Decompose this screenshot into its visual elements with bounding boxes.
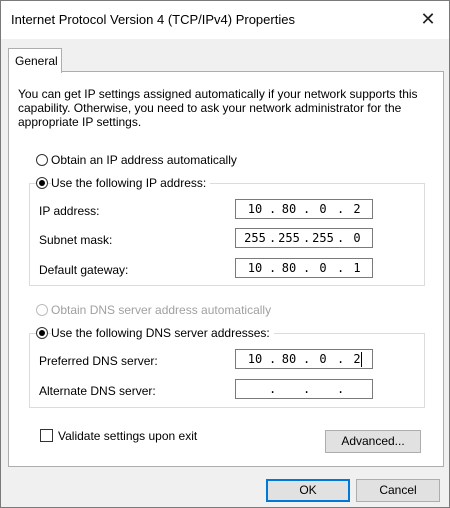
- subnet-mask-label: Subnet mask:: [39, 233, 113, 247]
- octet: 2: [353, 202, 361, 216]
- octet-separator: .: [269, 261, 277, 275]
- octet: 255: [312, 231, 334, 245]
- obtain-ip-auto-radio[interactable]: [36, 154, 48, 166]
- octet-separator: .: [337, 352, 345, 366]
- octet-separator: .: [303, 352, 311, 366]
- window-title: Internet Protocol Version 4 (TCP/IPv4) P…: [11, 12, 295, 27]
- preferred-dns-label: Preferred DNS server:: [39, 354, 158, 368]
- octet: 0: [319, 202, 327, 216]
- octet-separator: .: [337, 382, 345, 396]
- ip-address-field[interactable]: 10 . 80 . 0 . 2: [235, 199, 373, 219]
- default-gateway-field[interactable]: 10 . 80 . 0 . 1: [235, 258, 373, 278]
- octet: 80: [281, 261, 297, 275]
- octet: 10: [247, 202, 263, 216]
- validate-settings-label: Validate settings upon exit: [58, 429, 198, 443]
- cancel-button[interactable]: Cancel: [356, 479, 440, 502]
- title-bar: Internet Protocol Version 4 (TCP/IPv4) P…: [1, 1, 449, 39]
- description-text: You can get IP settings assigned automat…: [18, 87, 418, 129]
- octet: 10: [247, 261, 263, 275]
- properties-dialog: Internet Protocol Version 4 (TCP/IPv4) P…: [0, 0, 450, 508]
- advanced-button[interactable]: Advanced...: [325, 430, 421, 453]
- octet-separator: .: [269, 231, 277, 245]
- validate-settings-checkbox[interactable]: [40, 429, 53, 442]
- octet: 0: [353, 231, 361, 245]
- octet-separator: .: [337, 202, 345, 216]
- use-following-dns-radio[interactable]: [36, 327, 48, 339]
- octet-separator: .: [269, 382, 277, 396]
- default-gateway-label: Default gateway:: [39, 263, 129, 277]
- obtain-dns-auto-radio[interactable]: [36, 304, 48, 316]
- preferred-dns-field[interactable]: 10 . 80 . 0 . 2: [235, 349, 373, 369]
- use-following-dns-label: Use the following DNS server addresses:: [51, 326, 274, 340]
- subnet-mask-field[interactable]: 255 . 255 . 255 . 0: [235, 228, 373, 248]
- octet-separator: .: [303, 202, 311, 216]
- tab-general[interactable]: General: [8, 48, 62, 73]
- octet: 0: [319, 352, 327, 366]
- octet: 10: [247, 352, 263, 366]
- octet-separator: .: [337, 261, 345, 275]
- tab-general-label: General: [15, 54, 58, 68]
- octet: 255: [278, 231, 300, 245]
- octet: 80: [281, 352, 297, 366]
- octet: 2: [353, 352, 361, 366]
- use-following-ip-radio[interactable]: [36, 177, 48, 189]
- obtain-ip-auto-label: Obtain an IP address automatically: [51, 153, 237, 167]
- alternate-dns-label: Alternate DNS server:: [39, 384, 156, 398]
- octet-separator: .: [269, 352, 277, 366]
- octet: 255: [244, 231, 266, 245]
- text-caret: [361, 352, 362, 367]
- obtain-dns-auto-label: Obtain DNS server address automatically: [51, 303, 272, 317]
- octet-separator: .: [337, 231, 345, 245]
- octet-separator: .: [303, 382, 311, 396]
- octet: 80: [281, 202, 297, 216]
- close-icon[interactable]: ✕: [413, 6, 443, 32]
- ok-button[interactable]: OK: [266, 479, 350, 502]
- octet: 0: [319, 261, 327, 275]
- octet: 1: [353, 261, 361, 275]
- alternate-dns-field[interactable]: . . .: [235, 379, 373, 399]
- ip-address-label: IP address:: [39, 204, 100, 218]
- octet-separator: .: [303, 231, 311, 245]
- use-following-ip-label: Use the following IP address:: [51, 176, 211, 190]
- octet-separator: .: [303, 261, 311, 275]
- octet-separator: .: [269, 202, 277, 216]
